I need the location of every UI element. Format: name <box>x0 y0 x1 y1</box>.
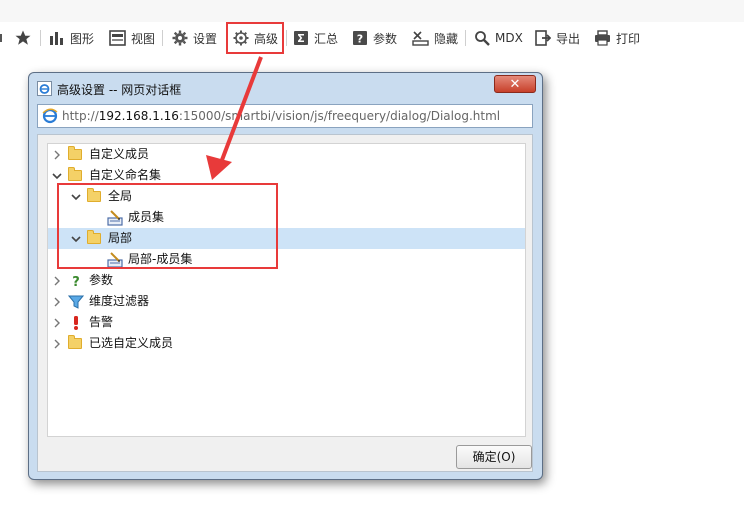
settings-button[interactable]: 设置 <box>172 28 217 48</box>
chevron-right-icon <box>54 276 60 285</box>
url-domain: 192.168.1.16 <box>98 109 179 123</box>
chevron-right-icon <box>54 297 60 306</box>
gear-icon <box>172 30 188 46</box>
graph-label: 图形 <box>70 31 95 46</box>
expand-toggle[interactable] <box>51 312 63 333</box>
folder-icon <box>68 167 84 184</box>
close-button[interactable]: ✕ <box>494 75 536 93</box>
address-url: http://192.168.1.16:15000/smartbi/vision… <box>62 109 500 123</box>
parameters-label: 参数 <box>373 31 398 46</box>
sigma-icon <box>294 31 308 45</box>
ie-logo-icon <box>42 108 58 124</box>
toolbar-separator <box>162 30 163 46</box>
star-icon <box>15 30 31 45</box>
folder-icon <box>68 335 84 352</box>
tree-item-label: 自定义成员 <box>89 147 150 161</box>
mdx-label: MDX <box>495 31 523 45</box>
view-label: 视图 <box>131 31 156 46</box>
chevron-right-icon <box>54 150 60 159</box>
bar-chart-icon <box>50 32 63 45</box>
magnifier-icon <box>475 31 490 46</box>
chevron-right-icon <box>54 318 60 327</box>
toolbar-separator <box>286 30 287 46</box>
chevron-down-icon <box>52 172 62 179</box>
print-button[interactable]: 打印 <box>594 28 640 48</box>
parameters-button[interactable]: ? 参数 <box>352 28 397 48</box>
ok-button[interactable]: 确定(O) <box>456 445 532 469</box>
expand-toggle[interactable] <box>51 270 63 291</box>
view-icon <box>109 30 126 46</box>
export-button[interactable]: 导出 <box>535 28 580 48</box>
tree-highlight-box <box>57 183 278 269</box>
favorite-button[interactable] <box>14 28 32 48</box>
close-icon: ✕ <box>509 77 521 92</box>
expand-toggle[interactable] <box>51 333 63 354</box>
printer-icon <box>595 30 610 46</box>
address-bar: http://192.168.1.16:15000/smartbi/vision… <box>37 104 533 128</box>
question-mark-icon: ? <box>68 273 84 290</box>
tree-item-label: 维度过滤器 <box>89 294 150 308</box>
toolbar: 图形 视图 设置 高级 汇总 ? 参数 隐藏 MDX 导出 打印 <box>0 22 744 54</box>
top-strip <box>0 0 744 22</box>
tree-item-alert[interactable]: 告警 <box>48 312 525 333</box>
truncated-icon[interactable] <box>0 28 4 48</box>
tree-item-custom-members[interactable]: 自定义成员 <box>48 144 525 165</box>
expand-toggle[interactable] <box>51 291 63 312</box>
mdx-button[interactable]: MDX <box>474 28 523 48</box>
dialog-title: 高级设置 -- 网页对话框 <box>57 83 182 97</box>
url-path: :15000/smartbi/vision/js/freequery/dialo… <box>178 109 501 123</box>
hide-button[interactable]: 隐藏 <box>412 28 458 48</box>
hide-icon <box>412 31 429 46</box>
tree-item-label: 参数 <box>89 273 114 287</box>
tree-item-label: 自定义命名集 <box>89 168 162 182</box>
tree-item-selected-custom-members[interactable]: 已选自定义成员 <box>48 333 525 354</box>
tree-item-parameters[interactable]: ? 参数 <box>48 270 525 291</box>
export-icon <box>535 30 551 46</box>
settings-label: 设置 <box>193 31 218 46</box>
ie-page-icon <box>37 81 52 96</box>
tree-item-label: 告警 <box>89 315 114 329</box>
hide-label: 隐藏 <box>434 31 459 46</box>
summary-label: 汇总 <box>314 31 339 46</box>
expand-toggle[interactable] <box>51 144 63 165</box>
dialog-titlebar[interactable]: 高级设置 -- 网页对话框 ✕ <box>29 73 542 103</box>
svg-text:?: ? <box>357 33 363 46</box>
advanced-settings-dialog: 高级设置 -- 网页对话框 ✕ http://192.168.1.16:1500… <box>28 72 543 480</box>
question-icon: ? <box>353 31 367 46</box>
summary-button[interactable]: 汇总 <box>293 28 338 48</box>
tree-item-label: 已选自定义成员 <box>89 336 174 350</box>
view-button[interactable]: 视图 <box>109 28 155 48</box>
tree-item-dimension-filter[interactable]: 维度过滤器 <box>48 291 525 312</box>
advanced-highlight-box <box>226 22 284 54</box>
folder-icon <box>68 146 84 163</box>
export-label: 导出 <box>556 31 581 46</box>
alert-icon <box>68 315 84 331</box>
chevron-right-icon <box>54 339 60 348</box>
toolbar-separator <box>465 30 466 46</box>
print-label: 打印 <box>616 31 641 46</box>
filter-icon <box>67 294 85 310</box>
svg-text:?: ? <box>72 275 80 289</box>
url-prefix: http:// <box>62 109 99 123</box>
graph-button[interactable]: 图形 <box>49 28 94 48</box>
toolbar-separator <box>40 30 41 46</box>
